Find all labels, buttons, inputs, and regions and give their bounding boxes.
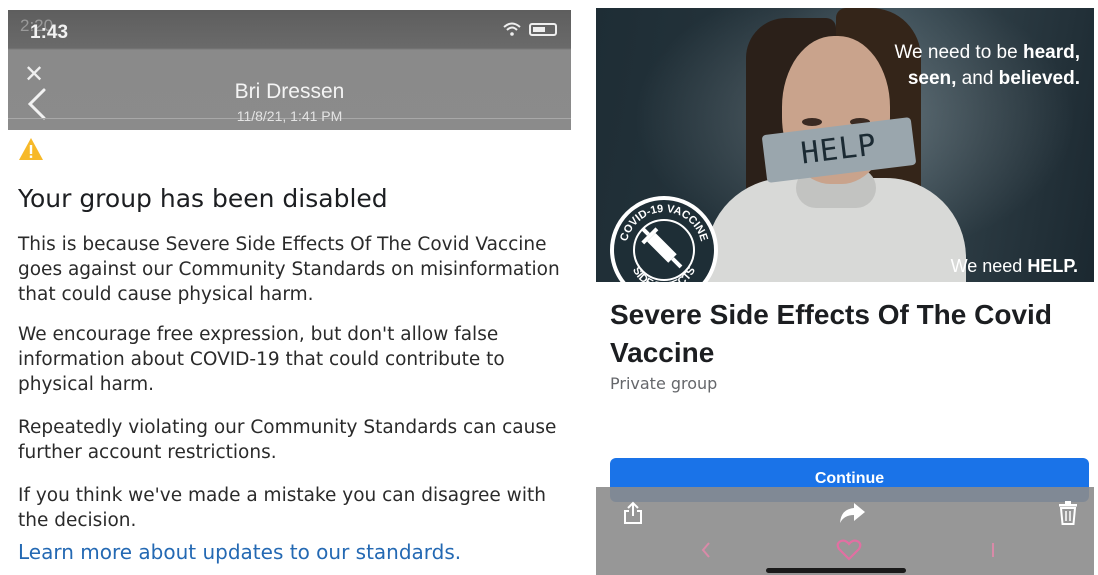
header-bar: 2:20 1:43 ✕ Bri Dressen 11/8/21, 1:41 PM	[8, 10, 571, 130]
forward-arrow-icon[interactable]	[838, 501, 866, 525]
cover-text-bold: believed.	[998, 68, 1080, 89]
status-time: 1:43	[30, 22, 69, 43]
notice-paragraph: If you think we've made a mistake you ca…	[18, 485, 546, 531]
cover-footer-text: We need HELP.	[951, 256, 1078, 277]
cover-text: We need	[950, 256, 1028, 276]
status-icons	[503, 22, 557, 36]
group-preview-panel: HELP We need to be heard, seen, and beli…	[596, 0, 1098, 575]
notice-paragraph: We encourage free expression, but don't …	[18, 324, 505, 395]
cover-text-bold: seen,	[907, 68, 957, 89]
warning-icon	[19, 138, 43, 160]
group-privacy: Private group	[610, 374, 718, 393]
disabled-notice-panel: 2:20 1:43 ✕ Bri Dressen 11/8/21, 1:41 PM…	[0, 0, 590, 575]
cover-text-bold: HELP.	[1027, 256, 1078, 276]
learn-more-link[interactable]: Learn more about updates to our standard…	[18, 540, 461, 564]
trash-icon[interactable]	[1058, 501, 1078, 525]
home-indicator	[766, 568, 906, 573]
cover-text: We need to be	[894, 42, 1023, 63]
message-date: 11/8/21, 1:41 PM	[236, 108, 343, 124]
notice-headline: Your group has been disabled	[18, 184, 388, 213]
battery-icon	[529, 22, 557, 36]
group-name: Severe Side Effects Of The Covid Vaccine	[610, 299, 1052, 368]
browser-toolbar	[596, 487, 1094, 575]
back-chevron-icon[interactable]	[700, 541, 712, 559]
cover-text-bold: heard,	[1022, 42, 1080, 63]
notice-paragraph: This is because Severe Side Effects Of T…	[18, 234, 560, 305]
wifi-icon	[503, 22, 521, 36]
vaccine-badge-logo: COVID-19 VACCINE SIDE EFFECTS	[610, 196, 718, 282]
heart-icon[interactable]	[836, 539, 862, 561]
more-icon[interactable]	[990, 541, 996, 559]
cover-figure-eye	[802, 118, 822, 126]
sender-name: Bri Dressen	[234, 80, 345, 103]
share-icon[interactable]	[622, 501, 644, 525]
group-cover-photo: HELP We need to be heard, seen, and beli…	[596, 8, 1094, 282]
cover-text: and	[956, 68, 999, 89]
notice-paragraph: Repeatedly violating our Community Stand…	[18, 417, 557, 463]
cover-headline: We need to be heard, seen, and believed.	[894, 40, 1080, 92]
